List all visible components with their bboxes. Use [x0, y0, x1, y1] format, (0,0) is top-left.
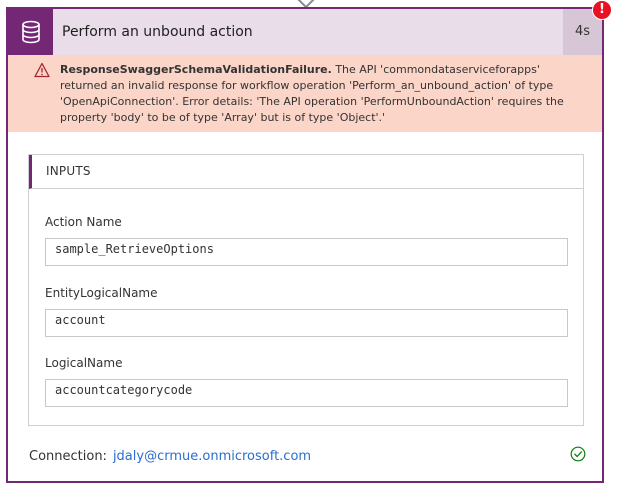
connection-account-link[interactable]: jdaly@crmue.onmicrosoft.com: [113, 449, 311, 464]
connection-row: Connection: jdaly@crmue.onmicrosoft.com: [29, 449, 311, 464]
action-title: Perform an unbound action: [62, 24, 253, 40]
field-value-logical-name[interactable]: accountcategorycode: [45, 379, 568, 407]
field-value-action-name[interactable]: sample_RetrieveOptions: [45, 238, 568, 266]
inputs-header[interactable]: INPUTS: [29, 155, 583, 189]
inputs-title: INPUTS: [46, 164, 91, 178]
warning-icon: [34, 62, 50, 78]
error-badge: !: [592, 0, 612, 20]
check-circle-icon: [570, 446, 586, 462]
connector-icon-box: [8, 9, 53, 55]
field-label-action-name: Action Name: [45, 215, 122, 229]
database-icon: [21, 20, 40, 44]
action-card: Perform an unbound action 4s ResponseSwa…: [6, 7, 604, 483]
error-message: ResponseSwaggerSchemaValidationFailure. …: [60, 62, 580, 126]
error-code: ResponseSwaggerSchemaValidationFailure.: [60, 63, 332, 76]
error-banner: ResponseSwaggerSchemaValidationFailure. …: [8, 55, 602, 132]
connection-label: Connection:: [29, 449, 107, 464]
field-label-entity-logical-name: EntityLogicalName: [45, 286, 158, 300]
inputs-panel: INPUTS Action Name sample_RetrieveOption…: [28, 154, 584, 426]
field-label-logical-name: LogicalName: [45, 356, 123, 370]
action-header[interactable]: Perform an unbound action 4s: [8, 9, 602, 55]
field-value-entity-logical-name[interactable]: account: [45, 309, 568, 337]
